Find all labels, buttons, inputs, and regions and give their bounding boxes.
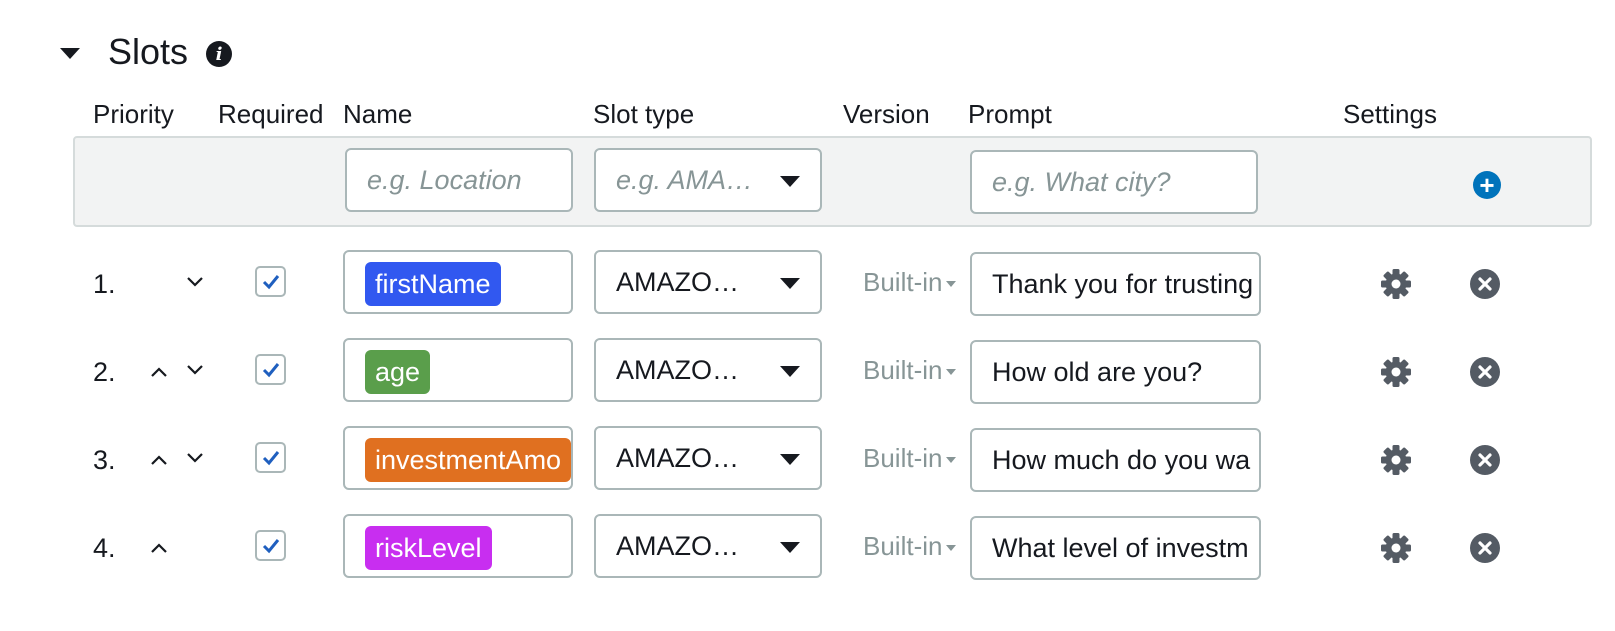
remove-slot-icon[interactable] — [1470, 269, 1500, 299]
new-slot-prompt-placeholder: e.g. What city? — [992, 167, 1171, 197]
chevron-down-icon — [780, 176, 800, 187]
slot-version-value: Built-in — [863, 531, 943, 561]
slot-name-field[interactable]: age — [343, 338, 573, 402]
column-header-slot-type: Slot type — [593, 99, 695, 129]
slot-version-value: Built-in — [863, 443, 943, 473]
slot-prompt-input[interactable]: Thank you for trusting — [970, 252, 1261, 316]
gear-icon[interactable] — [1380, 356, 1412, 388]
slot-name-tag: firstName — [365, 262, 501, 306]
slot-name-field[interactable]: riskLevel — [343, 514, 573, 578]
chevron-down-icon — [780, 542, 800, 553]
version-dropdown-icon — [946, 545, 957, 552]
add-slot-icon[interactable]: + — [1473, 171, 1501, 199]
collapse-caret-icon[interactable] — [60, 48, 80, 59]
slot-prompt-value: What level of investm — [992, 533, 1249, 563]
gear-icon[interactable] — [1380, 444, 1412, 476]
slot-type-select[interactable]: AMAZO… — [594, 426, 822, 490]
priority-number: 4. — [93, 533, 116, 563]
slot-name-tag: investmentAmo — [365, 438, 571, 482]
column-header-settings: Settings — [1343, 99, 1437, 129]
slot-version-value: Built-in — [863, 267, 943, 297]
slot-version-value: Built-in — [863, 355, 943, 385]
slot-version-select[interactable]: Built-in — [863, 442, 957, 474]
column-header-version: Version — [843, 99, 930, 129]
slot-type-select[interactable]: AMAZO… — [594, 338, 822, 402]
move-down-chevron-icon[interactable] — [185, 448, 205, 468]
slot-version-select[interactable]: Built-in — [863, 266, 957, 298]
chevron-down-icon — [780, 278, 800, 289]
version-dropdown-icon — [946, 281, 957, 288]
new-slot-type-placeholder: e.g. AMA… — [616, 165, 754, 195]
gear-icon[interactable] — [1380, 268, 1412, 300]
slot-name-field[interactable]: investmentAmo — [343, 426, 573, 490]
new-slot-row — [73, 136, 1592, 227]
gear-icon[interactable] — [1380, 532, 1412, 564]
remove-slot-icon[interactable] — [1470, 533, 1500, 563]
move-down-chevron-icon[interactable] — [185, 272, 205, 292]
slot-prompt-value: How much do you wa — [992, 445, 1251, 475]
slot-name-field[interactable]: firstName — [343, 250, 573, 314]
column-header-name: Name — [343, 99, 413, 129]
slot-type-value: AMAZO… — [616, 531, 740, 561]
column-header-prompt: Prompt — [968, 99, 1052, 129]
column-header-priority: Priority — [93, 99, 174, 129]
move-up-chevron-icon[interactable] — [149, 362, 169, 382]
slot-version-select[interactable]: Built-in — [863, 530, 957, 562]
required-checkbox[interactable] — [255, 530, 286, 561]
slot-prompt-input[interactable]: How much do you wa — [970, 428, 1261, 492]
chevron-down-icon — [780, 454, 800, 465]
required-checkbox[interactable] — [255, 266, 286, 297]
slot-type-value: AMAZO… — [616, 355, 740, 385]
version-dropdown-icon — [946, 457, 957, 464]
slot-type-select[interactable]: AMAZO… — [594, 514, 822, 578]
new-slot-prompt-input[interactable]: e.g. What city? — [970, 150, 1258, 214]
new-slot-name-placeholder: e.g. Location — [367, 165, 522, 195]
remove-slot-icon[interactable] — [1470, 357, 1500, 387]
slot-type-select[interactable]: AMAZO… — [594, 250, 822, 314]
priority-number: 2. — [93, 357, 116, 387]
slot-name-tag: age — [365, 350, 431, 394]
slot-prompt-input[interactable]: How old are you? — [970, 340, 1261, 404]
slot-prompt-input[interactable]: What level of investm — [970, 516, 1261, 580]
column-header-required: Required — [218, 99, 324, 129]
move-up-chevron-icon[interactable] — [149, 450, 169, 470]
required-checkbox[interactable] — [255, 354, 286, 385]
slot-name-tag: riskLevel — [365, 526, 492, 570]
move-down-chevron-icon[interactable] — [185, 360, 205, 380]
slot-prompt-value: How old are you? — [992, 357, 1203, 387]
version-dropdown-icon — [946, 369, 957, 376]
move-up-chevron-icon[interactable] — [149, 538, 169, 558]
section-title: Slots — [108, 31, 189, 72]
slot-type-value: AMAZO… — [616, 267, 740, 297]
chevron-down-icon — [780, 366, 800, 377]
remove-slot-icon[interactable] — [1470, 445, 1500, 475]
priority-number: 3. — [93, 445, 116, 475]
required-checkbox[interactable] — [255, 442, 286, 473]
new-slot-type-select[interactable]: e.g. AMA… — [594, 148, 822, 212]
priority-number: 1. — [93, 269, 116, 299]
slot-prompt-value: Thank you for trusting — [992, 269, 1254, 299]
new-slot-name-input[interactable]: e.g. Location — [345, 148, 573, 212]
slot-version-select[interactable]: Built-in — [863, 354, 957, 386]
slot-type-value: AMAZO… — [616, 443, 740, 473]
info-icon[interactable]: i — [206, 41, 232, 67]
